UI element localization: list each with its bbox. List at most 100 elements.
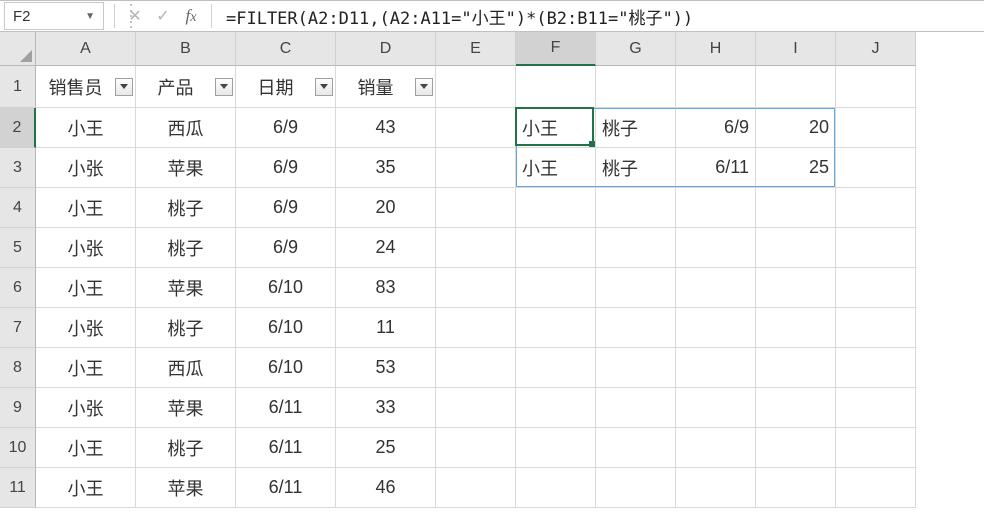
- cell-A9[interactable]: 小张: [36, 388, 136, 428]
- cell-J11[interactable]: [836, 468, 916, 508]
- cell-B8[interactable]: 西瓜: [136, 348, 236, 388]
- cell-I8[interactable]: [756, 348, 836, 388]
- cell-G5[interactable]: [596, 228, 676, 268]
- cell-B4[interactable]: 桃子: [136, 188, 236, 228]
- cell-F4[interactable]: [516, 188, 596, 228]
- row-header-3[interactable]: 3: [0, 148, 36, 188]
- cell-J3[interactable]: [836, 148, 916, 188]
- filter-dropdown-icon[interactable]: [315, 78, 333, 96]
- cell-I2[interactable]: 20: [756, 108, 836, 148]
- cell-A7[interactable]: 小张: [36, 308, 136, 348]
- cell-A1[interactable]: 销售员: [36, 66, 136, 108]
- cell-J2[interactable]: [836, 108, 916, 148]
- column-header-I[interactable]: I: [756, 32, 836, 66]
- row-header-10[interactable]: 10: [0, 428, 36, 468]
- cell-H11[interactable]: [676, 468, 756, 508]
- cell-G8[interactable]: [596, 348, 676, 388]
- filter-dropdown-icon[interactable]: [115, 78, 133, 96]
- cell-D9[interactable]: 33: [336, 388, 436, 428]
- cell-F6[interactable]: [516, 268, 596, 308]
- cell-B5[interactable]: 桃子: [136, 228, 236, 268]
- cell-B9[interactable]: 苹果: [136, 388, 236, 428]
- cell-G7[interactable]: [596, 308, 676, 348]
- cell-J5[interactable]: [836, 228, 916, 268]
- cell-F5[interactable]: [516, 228, 596, 268]
- cell-B1[interactable]: 产品: [136, 66, 236, 108]
- row-header-7[interactable]: 7: [0, 308, 36, 348]
- column-header-E[interactable]: E: [436, 32, 516, 66]
- cell-G3[interactable]: 桃子: [596, 148, 676, 188]
- cell-I6[interactable]: [756, 268, 836, 308]
- cell-G4[interactable]: [596, 188, 676, 228]
- cell-I7[interactable]: [756, 308, 836, 348]
- cell-H10[interactable]: [676, 428, 756, 468]
- cell-D11[interactable]: 46: [336, 468, 436, 508]
- cell-E3[interactable]: [436, 148, 516, 188]
- cell-E5[interactable]: [436, 228, 516, 268]
- cell-B2[interactable]: 西瓜: [136, 108, 236, 148]
- cell-G10[interactable]: [596, 428, 676, 468]
- cell-A8[interactable]: 小王: [36, 348, 136, 388]
- cell-B6[interactable]: 苹果: [136, 268, 236, 308]
- cell-D3[interactable]: 35: [336, 148, 436, 188]
- fx-icon[interactable]: fx: [177, 6, 205, 26]
- column-header-H[interactable]: H: [676, 32, 756, 66]
- cell-F1[interactable]: [516, 66, 596, 108]
- cell-F9[interactable]: [516, 388, 596, 428]
- cell-J6[interactable]: [836, 268, 916, 308]
- cell-G1[interactable]: [596, 66, 676, 108]
- cell-E4[interactable]: [436, 188, 516, 228]
- cell-H9[interactable]: [676, 388, 756, 428]
- cell-I5[interactable]: [756, 228, 836, 268]
- cell-B7[interactable]: 桃子: [136, 308, 236, 348]
- cell-G9[interactable]: [596, 388, 676, 428]
- cell-E2[interactable]: [436, 108, 516, 148]
- cell-A6[interactable]: 小王: [36, 268, 136, 308]
- cell-H5[interactable]: [676, 228, 756, 268]
- cell-D8[interactable]: 53: [336, 348, 436, 388]
- cell-D4[interactable]: 20: [336, 188, 436, 228]
- cell-H6[interactable]: [676, 268, 756, 308]
- column-header-G[interactable]: G: [596, 32, 676, 66]
- cell-H1[interactable]: [676, 66, 756, 108]
- filter-dropdown-icon[interactable]: [415, 78, 433, 96]
- cell-E7[interactable]: [436, 308, 516, 348]
- cell-E8[interactable]: [436, 348, 516, 388]
- column-header-B[interactable]: B: [136, 32, 236, 66]
- cell-F11[interactable]: [516, 468, 596, 508]
- cell-D1[interactable]: 销量: [336, 66, 436, 108]
- row-header-4[interactable]: 4: [0, 188, 36, 228]
- cell-A2[interactable]: 小王: [36, 108, 136, 148]
- cell-D2[interactable]: 43: [336, 108, 436, 148]
- filter-dropdown-icon[interactable]: [215, 78, 233, 96]
- cell-E6[interactable]: [436, 268, 516, 308]
- cell-I4[interactable]: [756, 188, 836, 228]
- cell-D5[interactable]: 24: [336, 228, 436, 268]
- cell-C8[interactable]: 6/10: [236, 348, 336, 388]
- cell-E10[interactable]: [436, 428, 516, 468]
- cell-J1[interactable]: [836, 66, 916, 108]
- column-header-J[interactable]: J: [836, 32, 916, 66]
- column-header-C[interactable]: C: [236, 32, 336, 66]
- name-box[interactable]: F2 ▼: [4, 2, 104, 30]
- cell-C10[interactable]: 6/11: [236, 428, 336, 468]
- cell-D10[interactable]: 25: [336, 428, 436, 468]
- cell-F7[interactable]: [516, 308, 596, 348]
- cell-A3[interactable]: 小张: [36, 148, 136, 188]
- cell-C6[interactable]: 6/10: [236, 268, 336, 308]
- cell-E1[interactable]: [436, 66, 516, 108]
- cell-C9[interactable]: 6/11: [236, 388, 336, 428]
- cell-J4[interactable]: [836, 188, 916, 228]
- cell-E11[interactable]: [436, 468, 516, 508]
- cell-G11[interactable]: [596, 468, 676, 508]
- row-header-6[interactable]: 6: [0, 268, 36, 308]
- cell-H4[interactable]: [676, 188, 756, 228]
- cell-C1[interactable]: 日期: [236, 66, 336, 108]
- cell-F2[interactable]: 小王: [516, 108, 596, 148]
- cell-G2[interactable]: 桃子: [596, 108, 676, 148]
- cell-H3[interactable]: 6/11: [676, 148, 756, 188]
- column-header-F[interactable]: F: [516, 32, 596, 66]
- cell-I3[interactable]: 25: [756, 148, 836, 188]
- cell-C11[interactable]: 6/11: [236, 468, 336, 508]
- cell-C7[interactable]: 6/10: [236, 308, 336, 348]
